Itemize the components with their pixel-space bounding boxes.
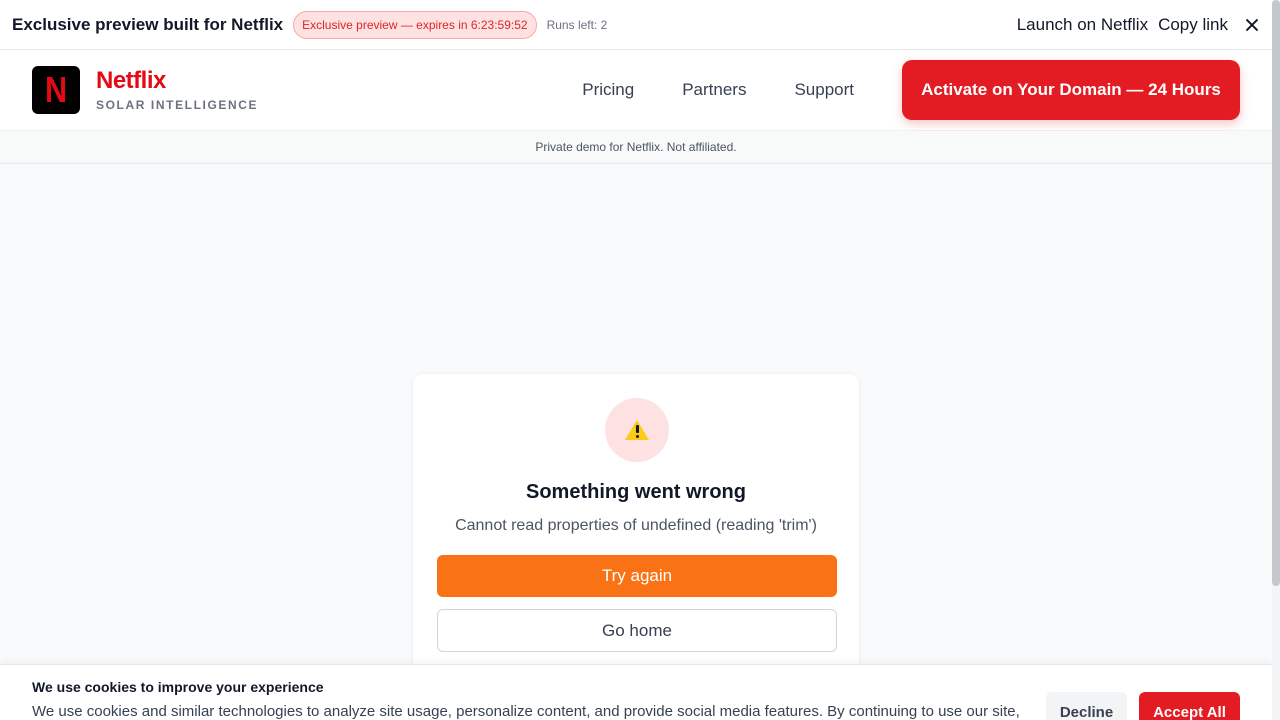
disclaimer-bar: Private demo for Netflix. Not affiliated… [0, 131, 1272, 164]
close-icon[interactable] [1244, 17, 1260, 33]
scrollbar-thumb[interactable] [1272, 0, 1280, 586]
error-message: Cannot read properties of undefined (rea… [455, 517, 817, 534]
runs-left-counter: Runs left: 2 [546, 17, 608, 32]
nav-partners[interactable]: Partners [682, 80, 746, 100]
warning-icon [605, 398, 669, 462]
try-again-button[interactable]: Try again [437, 555, 837, 597]
go-home-button[interactable]: Go home [437, 609, 837, 652]
cookie-text: We use cookies and similar technologies … [32, 703, 1020, 720]
main-nav: Pricing Partners Support [582, 80, 854, 100]
decline-cookies-button[interactable]: Decline [1046, 692, 1127, 720]
disclaimer-text: Private demo for Netflix. Not affiliated… [535, 140, 737, 154]
expiry-badge: Exclusive preview — expires in 6:23:59:5… [293, 10, 537, 39]
preview-actions: Launch on Netflix Copy link [1017, 15, 1260, 35]
brand-subtitle: SOLAR INTELLIGENCE [96, 98, 259, 113]
cookie-banner: We use cookies to improve your experienc… [0, 664, 1272, 720]
nav-pricing[interactable]: Pricing [582, 80, 634, 100]
netflix-logo-icon[interactable]: N [32, 66, 80, 114]
logo-letter: N [44, 69, 68, 110]
activate-domain-button[interactable]: Activate on Your Domain — 24 Hours [902, 60, 1240, 120]
page-scrollbar[interactable] [1272, 0, 1280, 720]
error-card: Something went wrong Cannot read propert… [412, 373, 860, 673]
warning-triangle [625, 420, 649, 440]
copy-link-button[interactable]: Copy link [1158, 15, 1228, 35]
error-title: Something went wrong [526, 481, 746, 503]
nav-support[interactable]: Support [794, 80, 854, 100]
accept-cookies-button[interactable]: Accept All [1139, 692, 1240, 720]
brand-name: Netflix [96, 66, 166, 94]
brand[interactable]: Netflix SOLAR INTELLIGENCE [96, 66, 259, 113]
preview-title: Exclusive preview built for Netflix [12, 14, 284, 34]
launch-link[interactable]: Launch on Netflix [1017, 15, 1148, 35]
preview-bar: Exclusive preview built for Netflix Excl… [0, 0, 1272, 50]
site-header: N Netflix SOLAR INTELLIGENCE Pricing Par… [0, 50, 1272, 131]
